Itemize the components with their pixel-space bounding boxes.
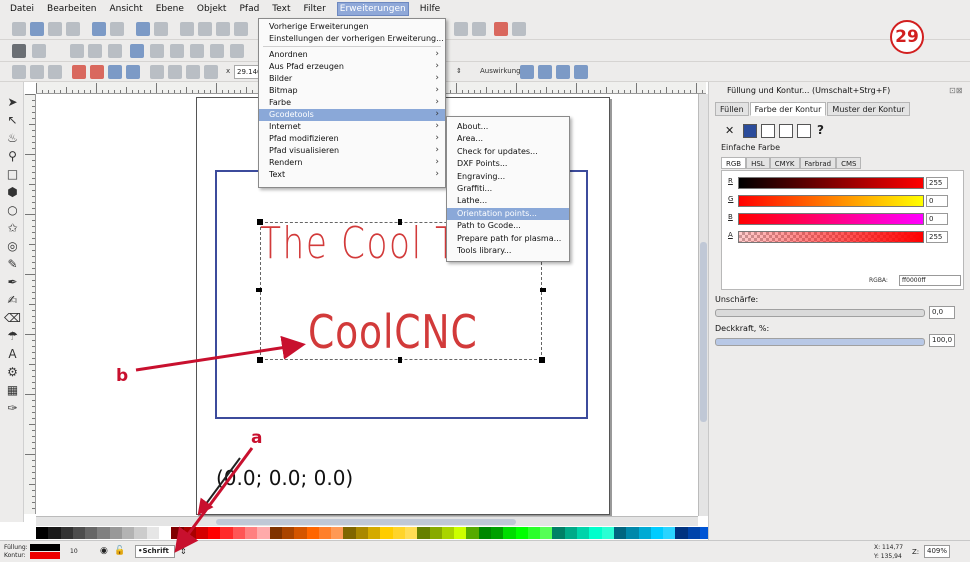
- arrow-origin: [197, 457, 241, 516]
- arrow-b: [135, 335, 306, 372]
- arrow-a: [174, 447, 254, 553]
- annotation-arrows: [135, 335, 306, 553]
